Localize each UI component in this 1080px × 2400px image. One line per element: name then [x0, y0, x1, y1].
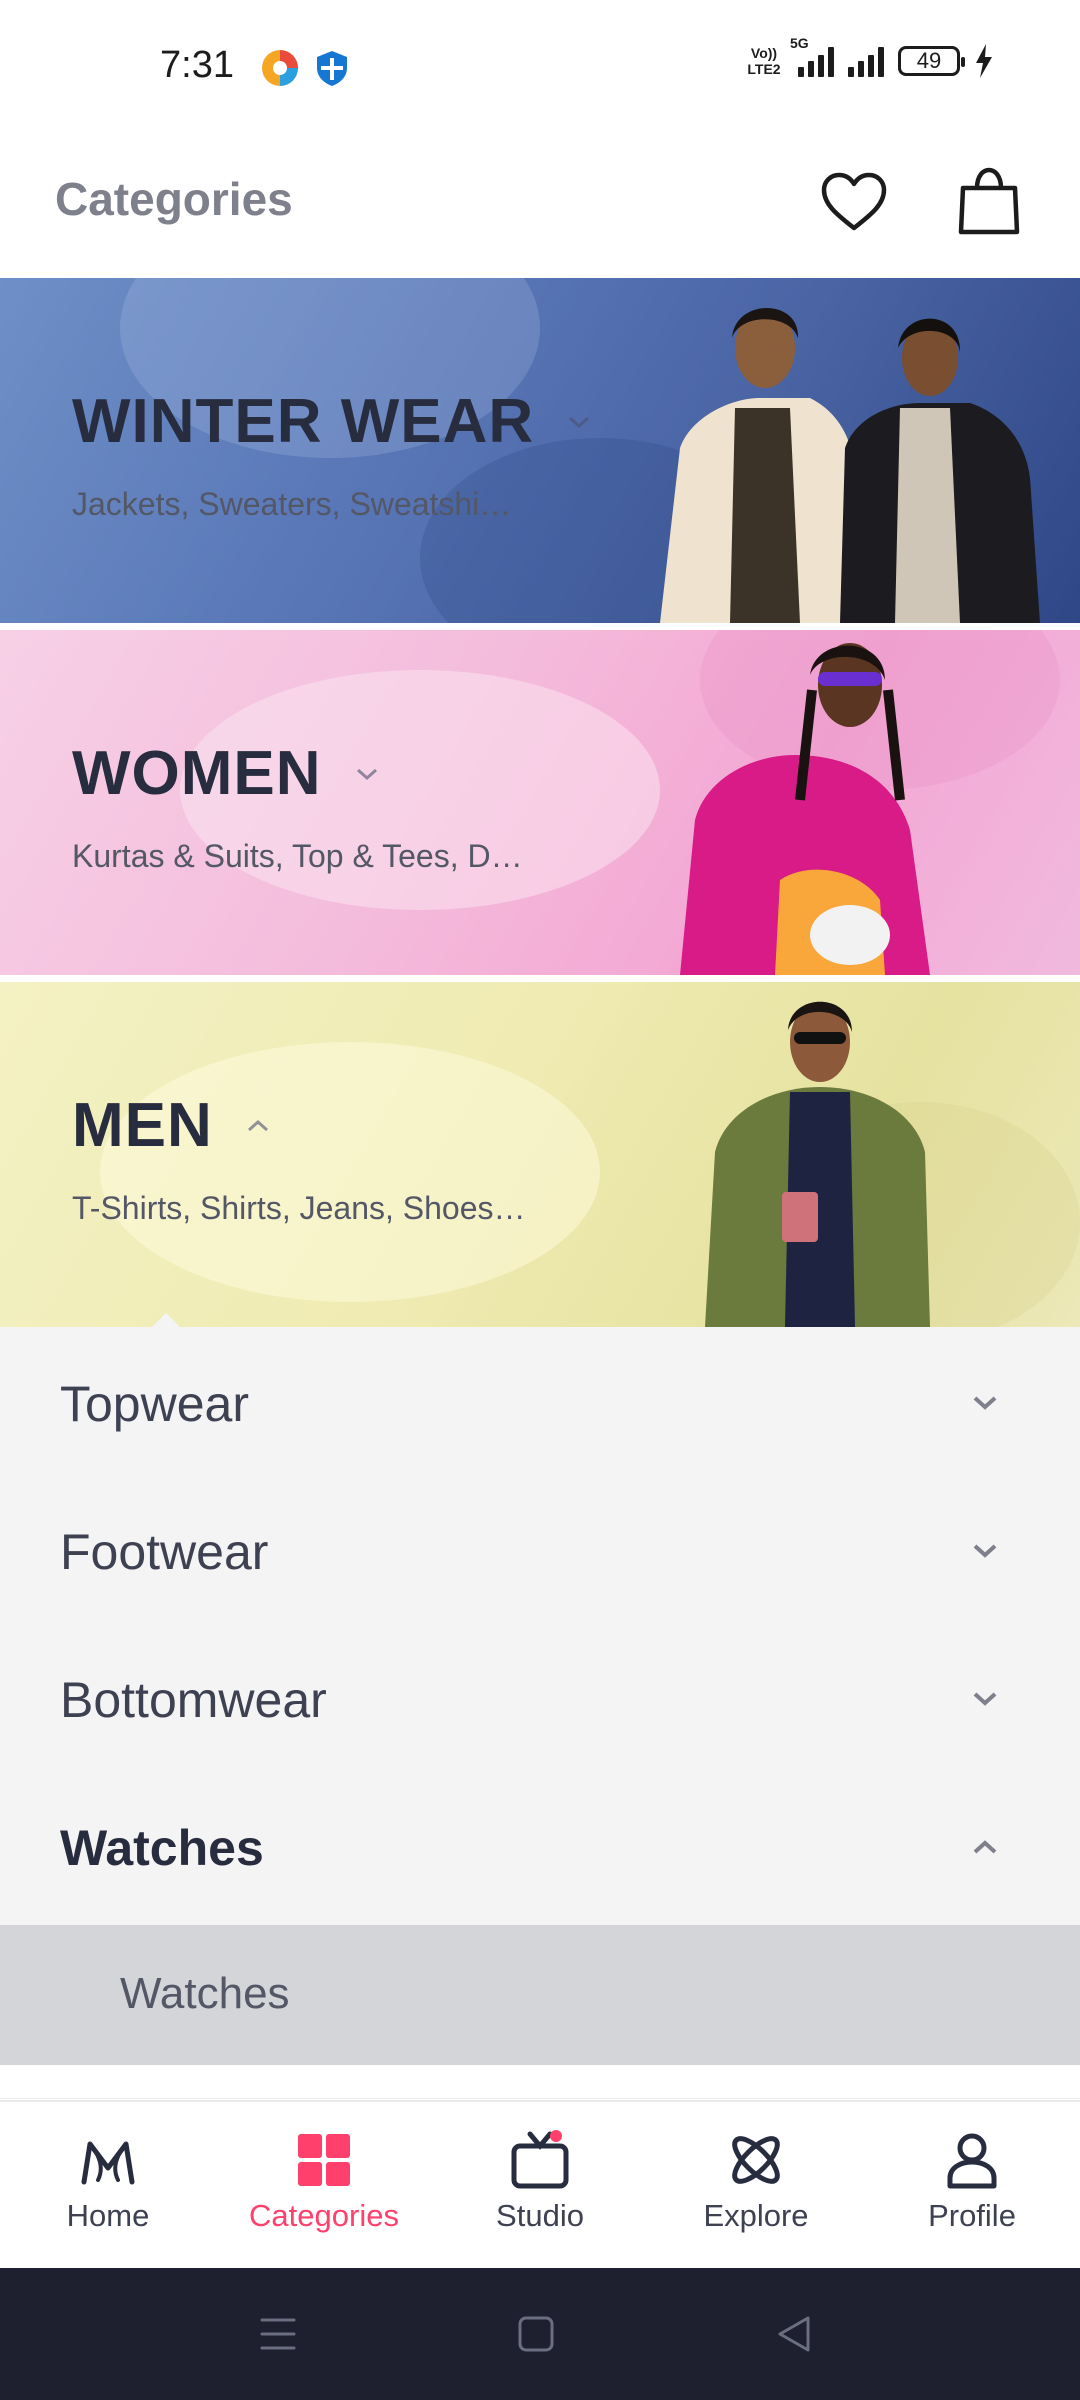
nav-explore[interactable]: Explore — [648, 2102, 864, 2268]
nav-categories[interactable]: Categories — [216, 2102, 432, 2268]
screen: 7:31 Vo)) LTE2 5G 49 Categories WINTER W… — [0, 0, 1080, 2400]
banner-title-row: MEN — [72, 1090, 273, 1161]
atom-icon — [732, 2136, 780, 2184]
banner-title: WINTER WEAR — [72, 387, 535, 456]
submenu-leaf-watches[interactable]: Watches — [0, 1925, 1080, 2065]
submenu-item-footwear[interactable]: Footwear — [0, 1475, 1080, 1623]
nav-label: Categories — [249, 2198, 399, 2233]
signal-5g-icon: 5G — [790, 35, 834, 77]
tv-icon — [511, 2131, 569, 2189]
category-banner-men[interactable]: MEN T-Shirts, Shirts, Jeans, Shoes… — [0, 982, 1080, 1327]
submenu-item-watches[interactable]: Watches — [0, 1771, 1080, 1919]
status-indicators: Vo)) LTE2 5G 49 — [744, 35, 994, 78]
chevron-down-icon — [356, 768, 377, 780]
nav-label: Home — [66, 2198, 150, 2233]
chevron-down-icon — [973, 1692, 997, 1706]
men-submenu: Topwear Footwear Bottomwear Watches — [0, 1313, 1080, 1925]
battery-icon: 49 — [898, 46, 965, 76]
page-title: Categories — [55, 173, 293, 225]
banner-title-row: WINTER WEAR — [72, 386, 594, 457]
submenu-item-label: Footwear — [60, 1524, 269, 1580]
recents-menu-icon[interactable] — [252, 2308, 304, 2360]
banner-title: MEN — [72, 1091, 213, 1160]
home-square-icon[interactable] — [510, 2308, 562, 2360]
category-banner-women[interactable]: WOMEN Kurtas & Suits, Top & Tees, D… — [0, 630, 1080, 975]
back-triangle-icon[interactable] — [768, 2308, 820, 2360]
submenu-item-topwear[interactable]: Topwear — [0, 1327, 1080, 1475]
nav-home[interactable]: Home — [0, 2102, 216, 2268]
bottom-navigation: Home Categories Studio Explore Profile — [0, 2100, 1080, 2268]
volte-indicator: Vo)) LTE2 — [747, 45, 781, 77]
leaf-item-label: Watches — [120, 1969, 290, 2018]
submenu-item-label: Watches — [60, 1820, 264, 1876]
network-type-label: 5G — [790, 35, 809, 51]
battery-level: 49 — [916, 48, 942, 73]
banner-title: WOMEN — [72, 739, 322, 808]
divider — [0, 2065, 1080, 2099]
chevron-down-icon — [973, 1544, 997, 1558]
chevron-down-icon — [973, 1396, 997, 1410]
men-model-image — [705, 1001, 930, 1327]
grid-icon — [298, 2134, 350, 2186]
banner-subtitle: Kurtas & Suits, Top & Tees, D… — [72, 838, 523, 874]
shield-icon — [317, 51, 347, 86]
winter-models-image — [660, 308, 1040, 623]
submenu-item-label: Topwear — [60, 1376, 249, 1432]
app-header: Categories — [0, 136, 1080, 278]
nav-profile[interactable]: Profile — [864, 2102, 1080, 2268]
banner-subtitle: T-Shirts, Shirts, Jeans, Shoes… — [72, 1190, 526, 1226]
nav-label: Studio — [496, 2198, 584, 2233]
person-icon — [947, 2133, 997, 2189]
charging-icon — [976, 44, 992, 78]
women-model-image — [680, 643, 930, 975]
status-time: 7:31 — [160, 44, 234, 86]
shopping-bag-icon[interactable] — [951, 164, 1027, 240]
browser-app-icon — [262, 50, 298, 86]
banner-subtitle: Jackets, Sweaters, Sweatshi… — [72, 486, 512, 522]
submenu-item-label: Bottomwear — [60, 1672, 327, 1728]
nav-label: Profile — [928, 2198, 1016, 2233]
signal-icon — [848, 45, 884, 77]
category-banner-winter-wear[interactable]: WINTER WEAR Jackets, Sweaters, Sweatshi… — [0, 278, 1080, 623]
nav-label: Explore — [703, 2198, 809, 2233]
myntra-logo-icon — [81, 2141, 135, 2185]
chevron-down-icon — [569, 416, 590, 428]
status-bar: 7:31 Vo)) LTE2 5G 49 — [0, 0, 1080, 136]
nav-studio[interactable]: Studio — [432, 2102, 648, 2268]
banner-title-row: WOMEN — [72, 738, 382, 809]
chevron-up-icon — [973, 1840, 997, 1854]
system-navigation-bar — [0, 2268, 1080, 2400]
wishlist-heart-icon[interactable] — [816, 164, 892, 240]
submenu-item-bottomwear[interactable]: Bottomwear — [0, 1623, 1080, 1771]
chevron-up-icon — [247, 1119, 268, 1131]
notification-dot — [550, 2130, 562, 2142]
